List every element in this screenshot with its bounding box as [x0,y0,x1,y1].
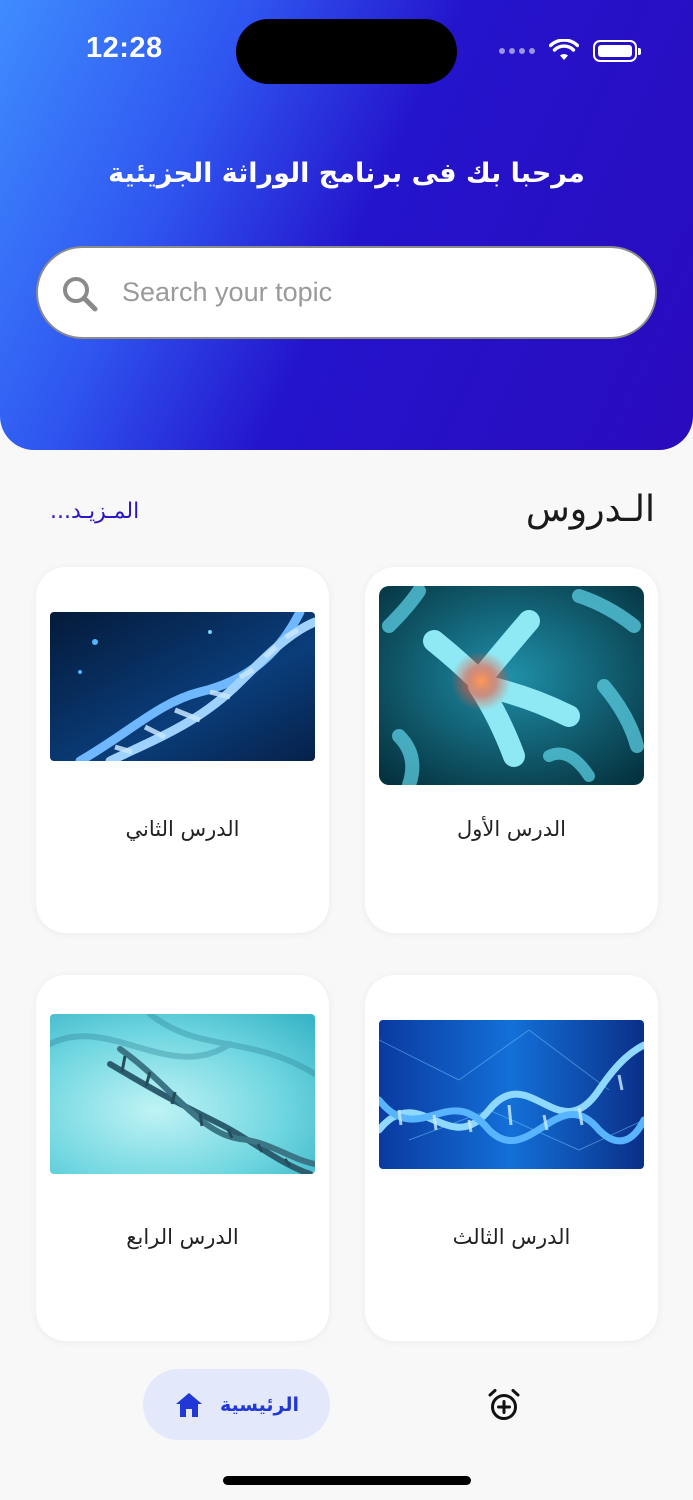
home-icon [176,1392,203,1417]
wifi-icon [549,39,579,60]
app-screen: 12:28 مرحبا بك فى برنامج الوراثة الجزيئي… [0,0,693,1500]
nav-home-button[interactable]: الرئيسية [143,1369,330,1440]
lesson-card-1[interactable]: الدرس الأول [365,567,658,933]
dna-strand-image [50,1014,315,1174]
dna-helix-image [50,612,315,761]
lesson-label-4: الدرس الرابع [126,1225,239,1249]
status-indicators [499,36,641,66]
alarm-add-icon[interactable] [486,1387,522,1423]
dynamic-island [236,19,457,84]
lesson-label-2: الدرس الثاني [125,817,240,841]
search-input[interactable] [122,248,622,337]
status-time: 12:28 [86,32,163,64]
cellular-signal-icon [499,48,535,54]
search-bar[interactable] [36,246,657,339]
nav-home-label: الرئيسية [220,1393,299,1416]
battery-icon [593,40,641,62]
welcome-title: مرحبا بك فى برنامج الوراثة الجزيئية [108,158,585,189]
lesson-label-1: الدرس الأول [457,817,566,841]
lesson-card-4[interactable]: الدرس الرابع [36,975,329,1341]
search-icon [63,277,98,312]
more-link[interactable]: المـزيـد... [50,499,139,524]
lesson-card-3[interactable]: الدرس الثالث [365,975,658,1341]
header-banner: 12:28 مرحبا بك فى برنامج الوراثة الجزيئي… [0,0,693,450]
dna-network-image [379,1020,644,1169]
lesson-label-3: الدرس الثالث [452,1225,571,1249]
home-indicator [223,1476,471,1485]
chromosome-image [379,586,644,785]
lesson-card-2[interactable]: الدرس الثاني [36,567,329,933]
section-title: الـدروس [525,489,655,530]
